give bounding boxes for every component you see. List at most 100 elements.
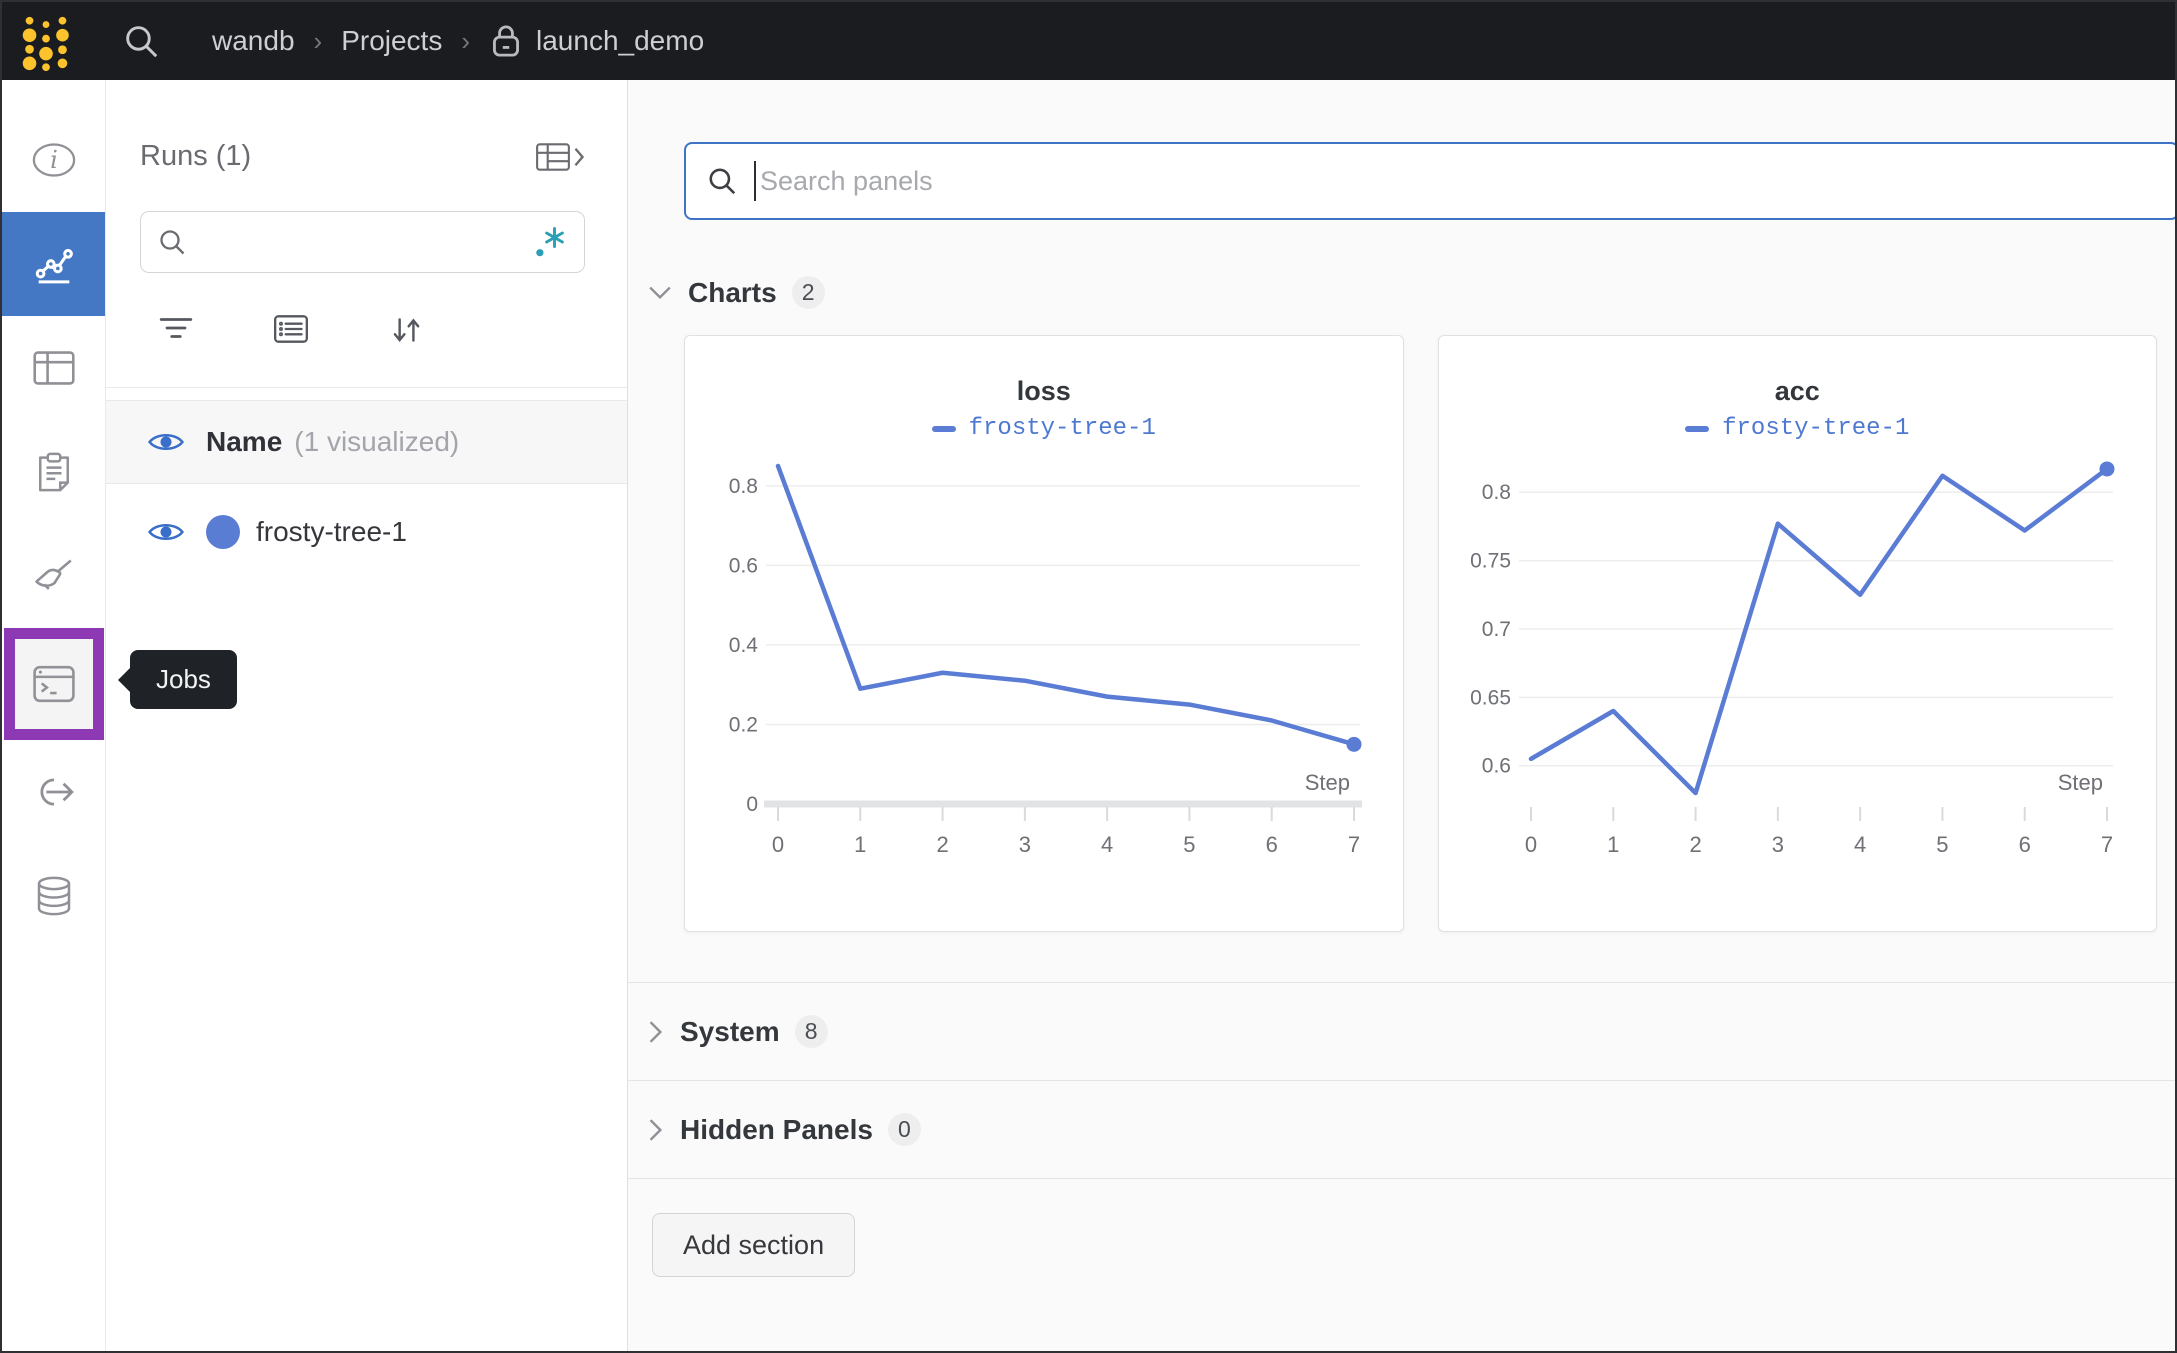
runs-search-input[interactable] [197,226,532,258]
section-label-hidden-panels[interactable]: Hidden Panels [680,1114,873,1146]
section-count-badge: 8 [794,1015,828,1048]
expand-runs-table-button[interactable] [535,142,587,172]
svg-text:1: 1 [854,832,866,857]
section-header-system[interactable]: System 8 [648,983,2175,1080]
terminal-icon [32,665,75,703]
info-icon-glyph: i [50,146,58,174]
sort-runs-button[interactable] [388,313,424,347]
chevron-right-icon[interactable] [648,1118,664,1142]
sidebar-item-artifacts[interactable] [2,844,105,948]
table-icon [32,351,75,385]
sidebar-item-logs[interactable] [2,420,105,524]
sidebar-item-overview[interactable]: i [2,108,105,212]
breadcrumb-separator: › [313,25,323,56]
search-icon [160,230,185,255]
sidebar-item-runs-table[interactable] [2,316,105,420]
eye-icon [148,523,184,541]
run-color-dot[interactable] [206,515,240,549]
app-window: wandb › Projects › launch_demo i Jobs Ru… [0,0,2177,1353]
global-search-icon[interactable] [122,22,160,60]
launch-arrow-icon [39,778,74,806]
panel-search-input[interactable] [760,165,2157,197]
visibility-eye-icon[interactable] [148,430,184,454]
regex-toggle-icon[interactable] [532,225,568,259]
section-header-hidden-panels[interactable]: Hidden Panels 0 [648,1081,2175,1178]
svg-text:6: 6 [1265,832,1277,857]
svg-text:0: 0 [1525,832,1537,857]
text-caret [754,161,756,201]
run-name[interactable]: frosty-tree-1 [256,516,407,548]
svg-text:Step: Step [1304,770,1349,795]
chart-title: loss [1016,376,1071,406]
run-row[interactable]: frosty-tree-1 [106,484,627,580]
jobs-tooltip: Jobs [118,650,237,709]
runs-search-box [140,211,585,273]
svg-text:2: 2 [1690,832,1702,857]
runs-table-header-row: Name (1 visualized) [106,400,627,484]
chart-legend: frosty-tree-1 [685,415,1403,442]
sidebar-item-workspace[interactable] [2,212,105,316]
section-count-badge: 0 [887,1113,921,1146]
chevron-right-icon [574,147,585,166]
svg-text:0: 0 [746,793,758,816]
filter-runs-button[interactable] [158,313,194,347]
svg-text:6: 6 [2019,832,2031,857]
legend-swatch [1685,425,1710,432]
sidebar-item-sweeps[interactable] [2,524,105,628]
section-header-charts[interactable]: Charts 2 [648,276,2175,309]
clipboard-icon [38,452,69,492]
svg-text:4: 4 [1101,832,1113,857]
svg-text:0.2: 0.2 [729,713,758,736]
chart-title: acc [1774,376,1820,406]
svg-text:0.65: 0.65 [1470,686,1511,709]
sort-icon [393,318,420,342]
run-visibility-eye-icon[interactable] [148,520,184,544]
wandb-logo-icon[interactable] [20,11,72,73]
chart-panel-acc[interactable]: acc frosty-tree-1 0.6 0.65 0.7 0.75 0.8 0 1 2 3 4… [1437,335,2157,932]
svg-text:0: 0 [772,832,784,857]
svg-text:2: 2 [936,832,948,857]
chevron-right-icon[interactable] [648,1020,664,1044]
svg-text:0.8: 0.8 [729,475,758,498]
left-nav-rail: i [2,80,106,1351]
svg-text:5: 5 [1183,832,1195,857]
chevron-down-icon[interactable] [648,285,672,301]
database-icon [37,876,70,916]
section-label-charts[interactable]: Charts [688,277,777,309]
legend-run-name: frosty-tree-1 [968,415,1156,442]
charts-section-body: loss frosty-tree-1 0 0.2 0.4 0.6 0.8 0 1 2 3 4 5 6 7… [684,335,2157,932]
breadcrumb-projects[interactable]: Projects [341,25,442,57]
lock-icon [489,23,523,59]
section-label-system[interactable]: System [680,1016,780,1048]
sidebar-item-jobs[interactable] [3,628,104,740]
workspace-main: Charts 2 loss frosty-tree-1 0 0.2 0.4 0.6 0.… [628,80,2175,1351]
add-section-button[interactable]: Add section [652,1213,856,1277]
divider [106,387,627,388]
acc-line-chart[interactable]: 0.6 0.65 0.7 0.75 0.8 0 1 2 3 4 5 6 7 Step [1447,452,2147,892]
svg-text:1: 1 [1607,832,1619,857]
line-chart-icon [35,248,73,284]
loss-line-chart[interactable]: 0 0.2 0.4 0.6 0.8 0 1 2 3 4 5 6 7 Step [694,452,1394,892]
sidebar-item-automations[interactable] [2,740,105,844]
svg-text:5: 5 [1937,832,1949,857]
eye-icon [148,433,184,451]
svg-text:0.6: 0.6 [729,554,758,577]
svg-text:4: 4 [1854,832,1866,857]
svg-text:0.4: 0.4 [729,634,759,657]
breadcrumb: wandb › Projects › launch_demo [212,23,704,59]
search-icon [709,168,736,195]
runs-panel: Runs (1) Name (1 visualized) frosty-tree… [106,80,628,1351]
jobs-tooltip-label: Jobs [156,664,211,694]
breadcrumb-entity[interactable]: wandb [212,25,295,57]
svg-text:7: 7 [1348,832,1360,857]
breadcrumb-project-name[interactable]: launch_demo [536,25,704,57]
top-bar: wandb › Projects › launch_demo [2,2,2175,80]
table-icon [536,142,570,171]
svg-text:0.7: 0.7 [1482,618,1511,641]
svg-text:0.6: 0.6 [1482,755,1511,778]
group-runs-button[interactable] [272,313,310,347]
breadcrumb-separator: › [461,25,471,56]
chart-panel-loss[interactable]: loss frosty-tree-1 0 0.2 0.4 0.6 0.8 0 1 2 3 4 5 6 7… [684,335,1404,932]
runs-column-name[interactable]: Name [206,426,282,458]
svg-text:3: 3 [1018,832,1030,857]
